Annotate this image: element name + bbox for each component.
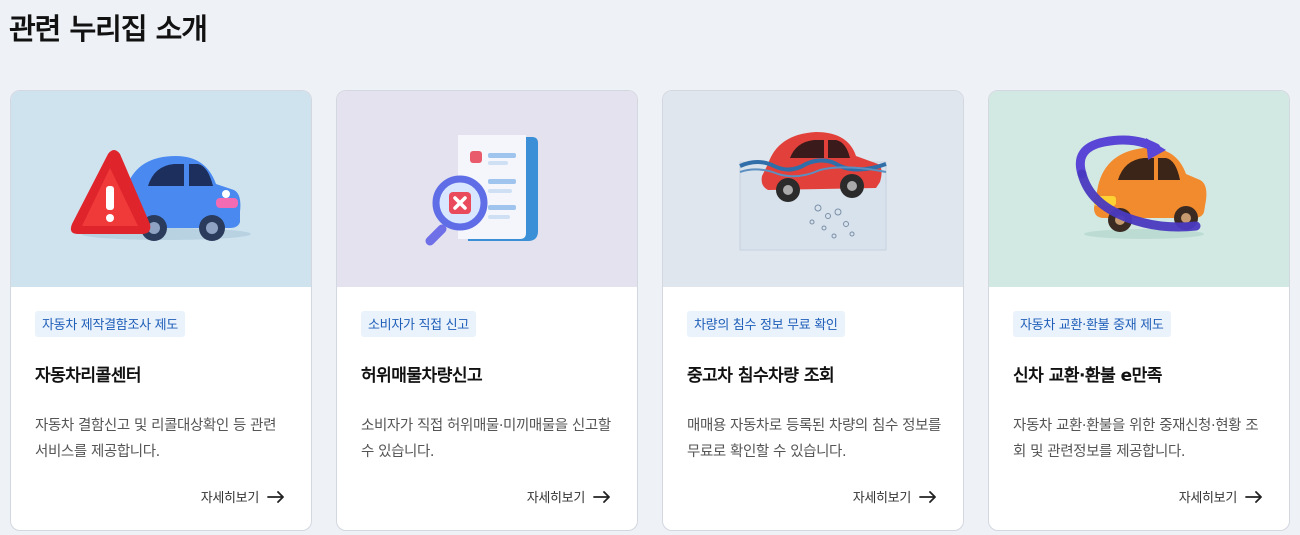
card-visual (663, 91, 963, 287)
card-title: 허위매물차량신고 (361, 366, 483, 386)
service-card-recall-center[interactable]: 자동차 제작결함조사 제도 자동차리콜센터 자동차 결함신고 및 리콜대상확인 … (10, 90, 312, 531)
view-details-label: 자세히보기 (526, 491, 586, 506)
card-title: 중고차 침수차량 조회 (687, 366, 835, 386)
view-details-label: 자세히보기 (1178, 491, 1238, 506)
view-details-label: 자세히보기 (852, 491, 912, 506)
category-tag: 자동차 교환·환불 중재 제도 (1013, 311, 1171, 337)
service-card-new-car-refund[interactable]: 자동차 교환·환불 중재 제도 신차 교환·환불 e만족 자동차 교환·환불을 … (988, 90, 1290, 531)
view-details-link[interactable]: 자세히보기 (1179, 487, 1263, 506)
card-visual (337, 91, 637, 287)
view-details-link[interactable]: 자세히보기 (527, 487, 611, 506)
card-description: 자동차 교환·환불을 위한 중재신청·현황 조회 및 관련정보를 제공합니다. (1013, 418, 1259, 460)
card-body: 소비자가 직접 신고 허위매물차량신고 소비자가 직접 허위매물·미끼매물을 신… (337, 287, 637, 530)
view-details-link[interactable]: 자세히보기 (201, 487, 285, 506)
flooded-car-icon (739, 132, 887, 251)
category-tag: 자동차 제작결함조사 제도 (35, 311, 185, 337)
card-visual (989, 91, 1289, 287)
card-body: 자동차 제작결함조사 제도 자동차리콜센터 자동차 결함신고 및 리콜대상확인 … (11, 287, 311, 530)
arrow-right-icon (1245, 490, 1262, 503)
card-visual (11, 91, 311, 287)
card-body: 자동차 교환·환불 중재 제도 신차 교환·환불 e만족 자동차 교환·환불을 … (989, 287, 1289, 530)
service-card-flooded-car-lookup[interactable]: 차량의 침수 정보 무료 확인 중고차 침수차량 조회 매매용 자동차로 등록된… (662, 90, 964, 531)
view-details-link[interactable]: 자세히보기 (853, 487, 937, 506)
arrow-right-icon (267, 490, 284, 503)
card-body: 차량의 침수 정보 무료 확인 중고차 침수차량 조회 매매용 자동차로 등록된… (663, 287, 963, 530)
category-tag: 소비자가 직접 신고 (361, 311, 476, 337)
arrow-right-icon (919, 490, 936, 503)
section-title: 관련 누리집 소개 (9, 12, 208, 46)
view-details-label: 자세히보기 (200, 491, 260, 506)
service-card-false-listing-report[interactable]: 소비자가 직접 신고 허위매물차량신고 소비자가 직접 허위매물·미끼매물을 신… (336, 90, 638, 531)
card-description: 자동차 결함신고 및 리콜대상확인 등 관련 서비스를 제공합니다. (35, 418, 277, 460)
service-card-list: 자동차 제작결함조사 제도 자동차리콜센터 자동차 결함신고 및 리콜대상확인 … (10, 90, 1290, 531)
category-tag: 차량의 침수 정보 무료 확인 (687, 311, 845, 337)
card-description: 소비자가 직접 허위매물·미끼매물을 신고할 수 있습니다. (361, 418, 611, 460)
card-title: 신차 교환·환불 e만족 (1013, 366, 1162, 386)
card-description: 매매용 자동차로 등록된 차량의 침수 정보를 무료로 확인할 수 있습니다. (687, 418, 941, 460)
document-search-icon (425, 135, 538, 246)
card-title: 자동차리콜센터 (35, 366, 141, 386)
car-exchange-icon (1075, 135, 1207, 239)
car-warning-icon (70, 150, 251, 241)
arrow-right-icon (593, 490, 610, 503)
